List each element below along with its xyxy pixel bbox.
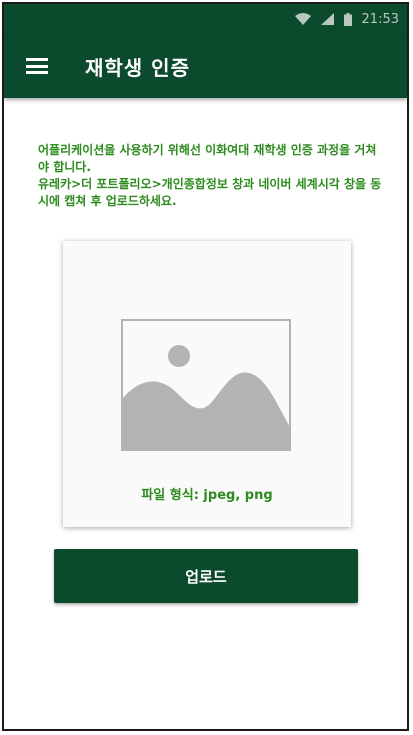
instruction-line-1: 어플리케이션을 사용하기 위해선 이화여대 재학생 인증 과정을 거쳐야 합니다… [38, 143, 377, 174]
file-format-label: 파일 형식: jpeg, png [141, 488, 273, 503]
instruction-line-2: 유레카>더 포트폴리오>개인종합정보 창과 네이버 세계시각 창을 동시에 캡쳐… [38, 177, 382, 208]
wifi-icon [294, 13, 311, 25]
battery-icon [343, 12, 352, 26]
status-bar: 21:53 [4, 4, 407, 34]
image-picker-card[interactable]: 파일 형식: jpeg, png [63, 241, 351, 527]
app-bar: 재학생 인증 [4, 34, 407, 98]
signal-icon [320, 13, 334, 25]
upload-button[interactable]: 업로드 [54, 549, 358, 603]
image-placeholder-icon [121, 319, 291, 451]
hamburger-menu-icon[interactable] [26, 58, 48, 74]
page-title: 재학생 인증 [85, 55, 190, 80]
status-time: 21:53 [361, 11, 399, 27]
instructions-text: 어플리케이션을 사용하기 위해선 이화여대 재학생 인증 과정을 거쳐야 합니다… [38, 142, 387, 210]
app-screen: 21:53 재학생 인증 어플리케이션을 사용하기 위해선 이화여대 재학생 인… [2, 2, 409, 731]
